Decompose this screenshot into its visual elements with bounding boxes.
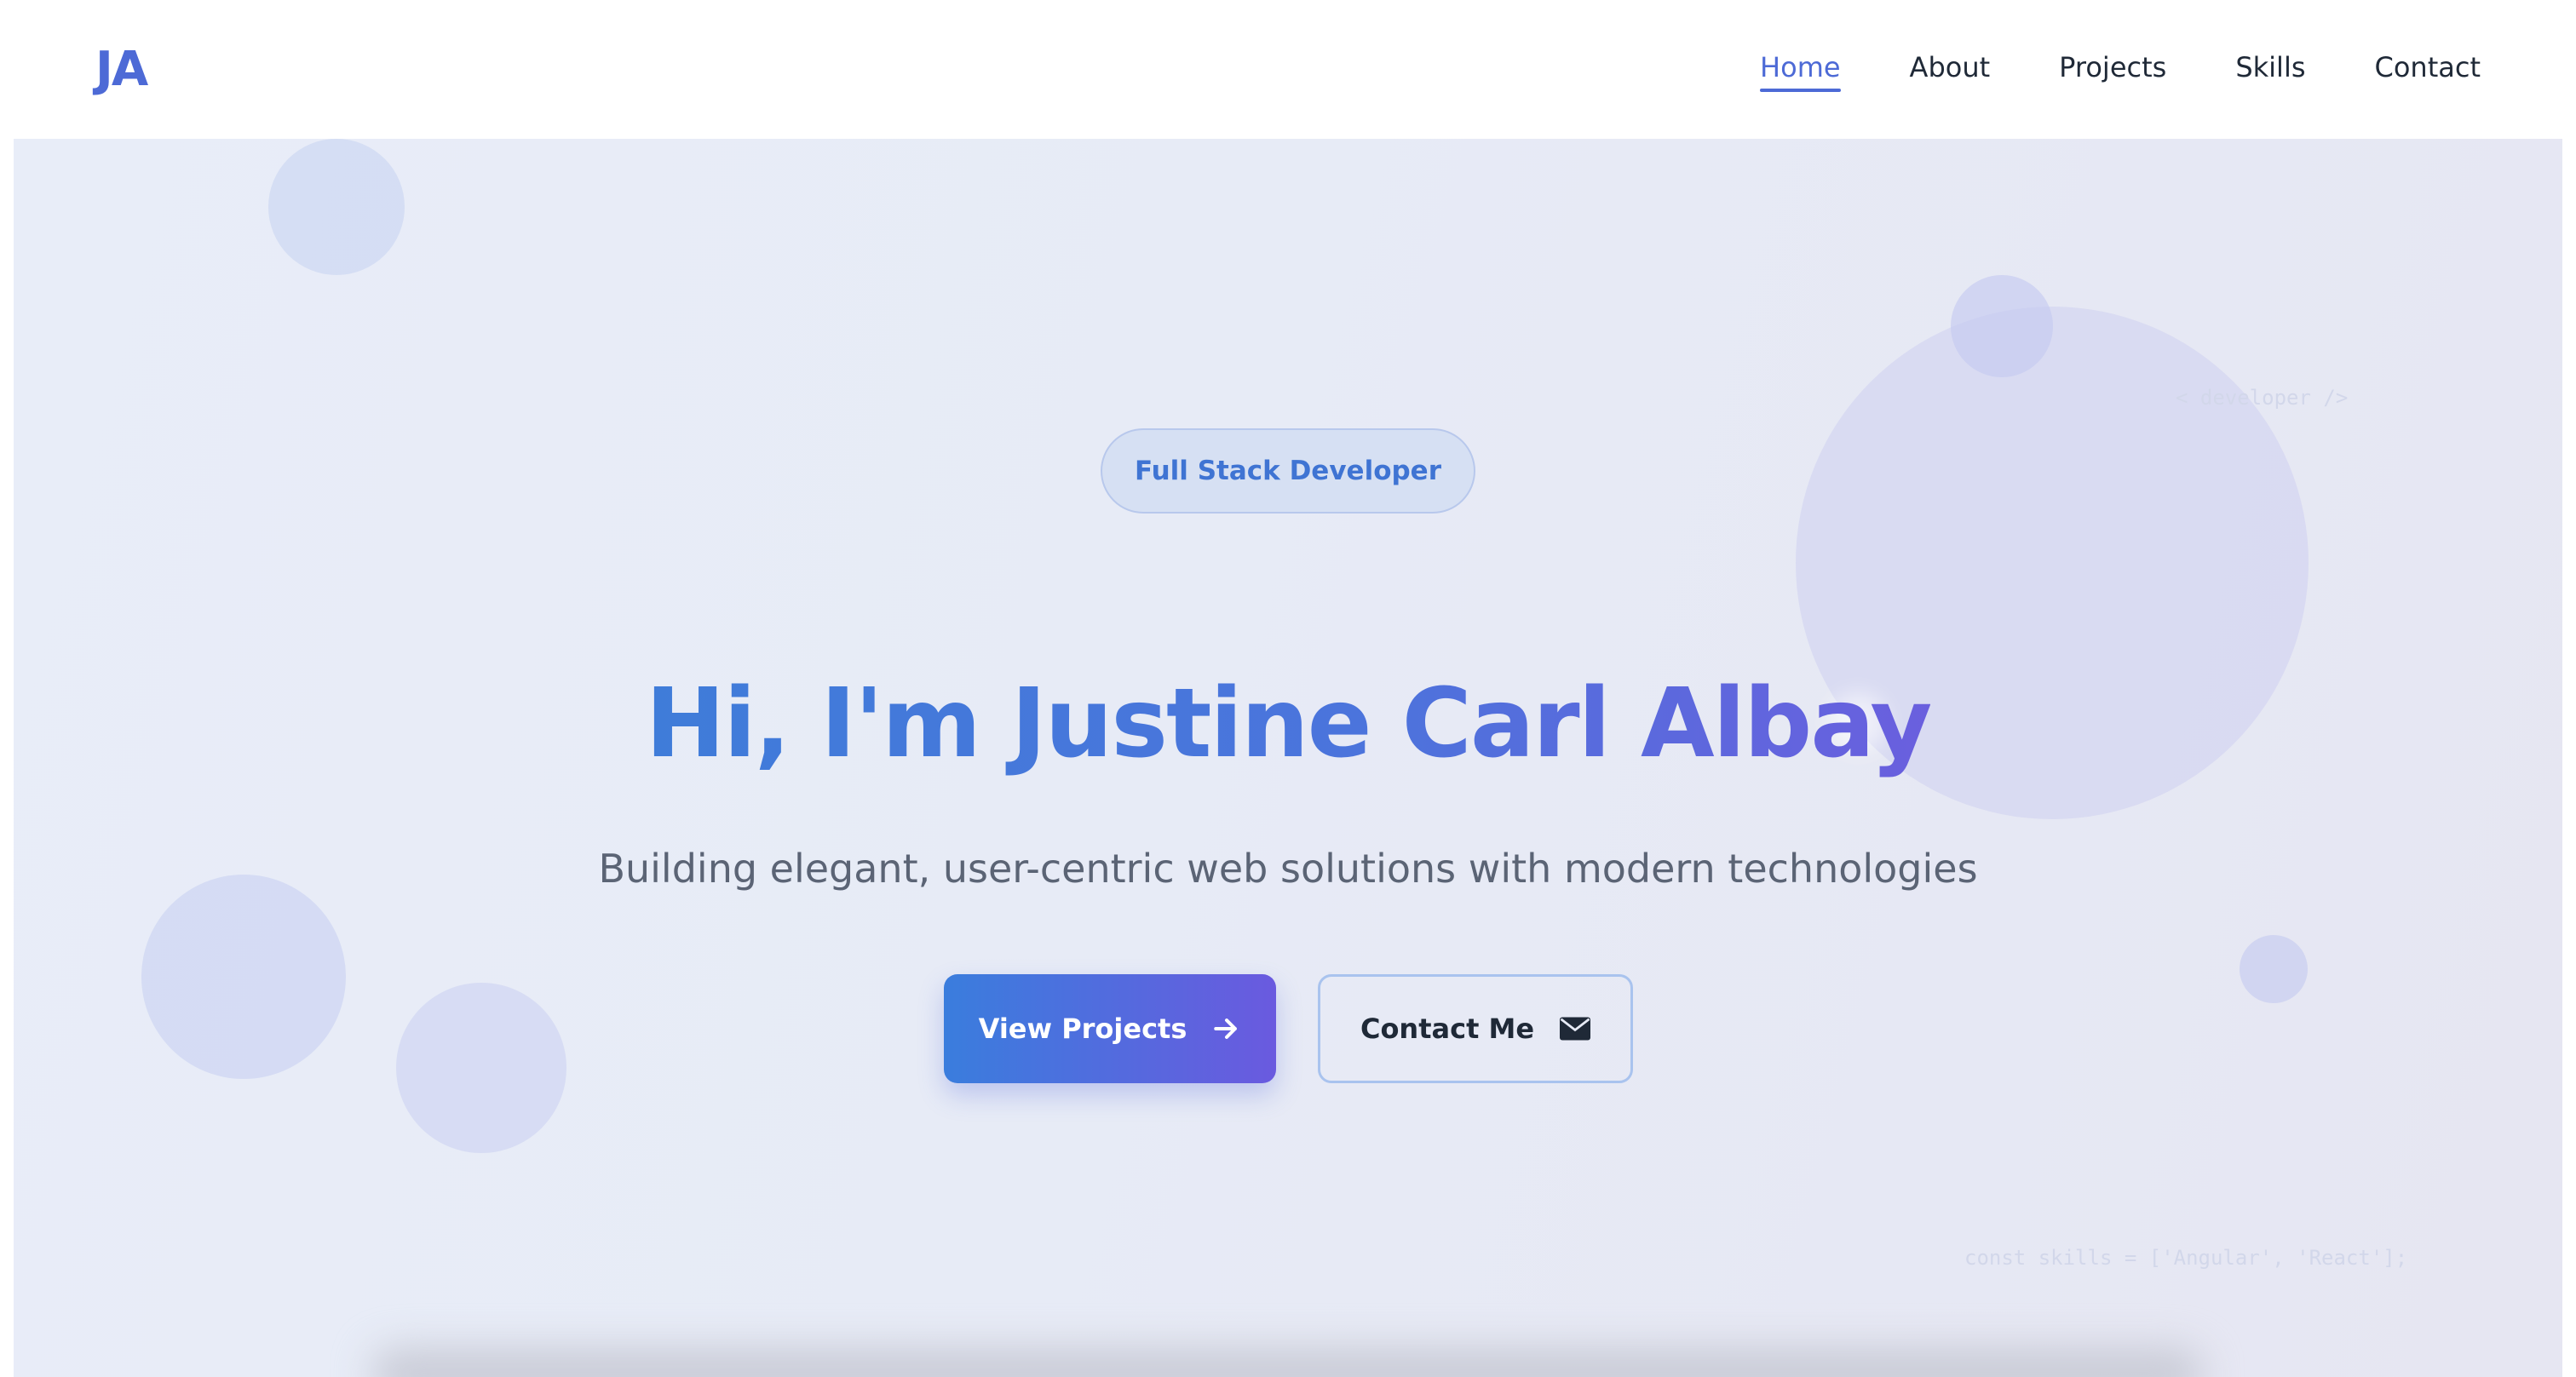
contact-me-label: Contact Me — [1360, 1013, 1535, 1045]
nav-links: Home About Projects Skills Contact — [1691, 51, 2481, 92]
hero-subtitle: Building elegant, user-centric web solut… — [598, 846, 1978, 892]
hero-headline: Hi, I'm Justine Carl Albay — [14, 667, 2562, 781]
hero-section: < developer /> const skills = ['Angular'… — [14, 139, 2562, 1377]
nav-link-skills[interactable]: Skills — [2235, 51, 2305, 89]
logo[interactable]: JA — [95, 42, 148, 97]
decor-bubble — [141, 875, 346, 1079]
nav-link-about[interactable]: About — [1910, 51, 1991, 89]
decor-bubble — [396, 983, 566, 1153]
nav-link-projects[interactable]: Projects — [2059, 51, 2166, 89]
view-projects-label: View Projects — [978, 1013, 1187, 1045]
decor-bubble — [1951, 275, 2053, 377]
hero-headline-text: Hi, I'm Justine Carl Albay — [645, 668, 1933, 779]
section-edge-shadow — [371, 1348, 2203, 1377]
decor-bubble — [268, 139, 405, 275]
envelope-icon — [1560, 1017, 1591, 1041]
top-navbar: JA Home About Projects Skills Contact — [0, 0, 2576, 139]
nav-link-contact[interactable]: Contact — [2375, 51, 2481, 89]
view-projects-button[interactable]: View Projects — [944, 974, 1276, 1083]
decor-bubble — [2240, 935, 2308, 1003]
code-fragment-developer: < developer /> — [2176, 386, 2349, 410]
nav-link-home[interactable]: Home — [1760, 51, 1841, 92]
contact-me-button[interactable]: Contact Me — [1318, 974, 1633, 1083]
arrow-right-icon — [1214, 1018, 1238, 1039]
role-badge: Full Stack Developer — [1101, 428, 1475, 514]
code-fragment-skills: const skills = ['Angular', 'React']; — [1964, 1246, 2408, 1270]
